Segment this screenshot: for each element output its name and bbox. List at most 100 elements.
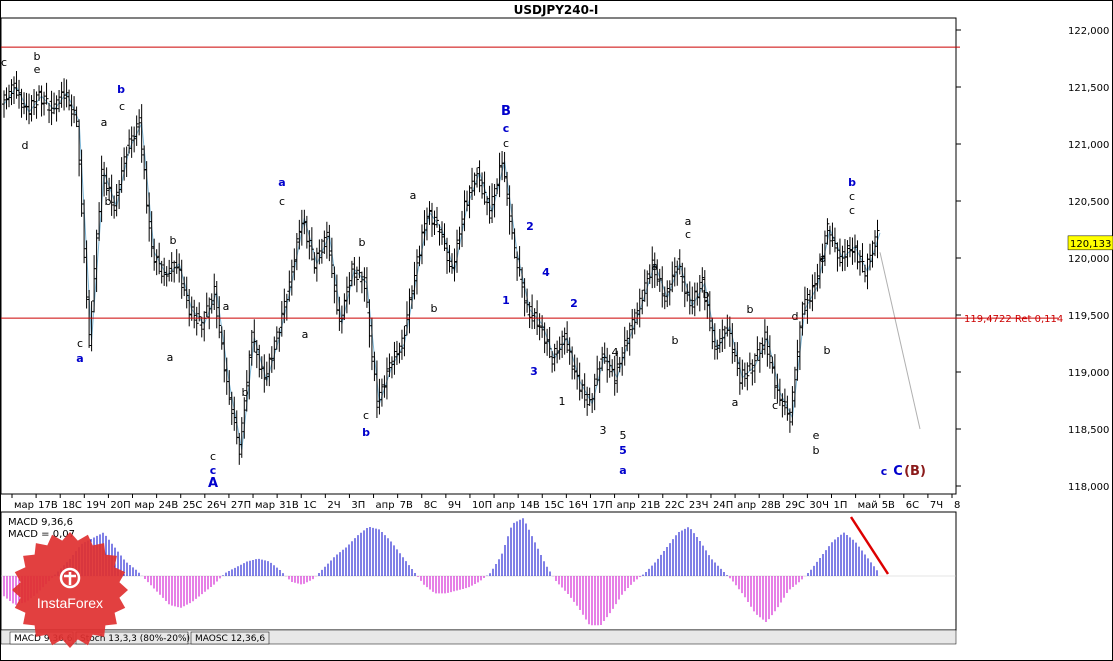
x-tick-label: мар (14, 500, 34, 511)
wave-label: d (22, 139, 29, 152)
x-tick-label: 25С (183, 500, 203, 511)
x-tick-label: 26Ч (207, 500, 227, 511)
wave-label: b (362, 426, 370, 439)
current-price-label: 120,133 (1070, 239, 1111, 250)
tab-stoch-label: Stoch 13,3,3 (80%-20%) (80, 634, 190, 644)
retracement-label: 119,4722 Ret 0,114 (964, 314, 1063, 325)
y-tick-label: 119,000 (1068, 368, 1109, 379)
y-tick-label: 119,500 (1068, 311, 1109, 322)
wave-label: 1 (559, 395, 566, 408)
wave-label: b (117, 83, 125, 96)
wave-label: c (685, 228, 691, 241)
y-tick-label: 122,000 (1068, 26, 1109, 37)
x-tick-label: май (858, 500, 878, 511)
wave-label: a (652, 260, 659, 273)
x-tick-label: мар (135, 500, 155, 511)
wave-label: a (619, 464, 626, 477)
x-tick-label: 3П (351, 500, 365, 511)
wave-label: a (685, 215, 692, 228)
y-tick-label: 120,000 (1068, 254, 1109, 265)
x-tick-label: 10П (472, 500, 492, 511)
wave-label: c (279, 195, 285, 208)
wave-label: e (813, 429, 820, 442)
wave-label: (B) (904, 464, 926, 479)
y-tick-label: 120,500 (1068, 197, 1109, 208)
wave-label: b (34, 50, 41, 63)
x-tick-label: 24П (713, 500, 733, 511)
wave-label: a (76, 352, 83, 365)
wave-label: c (77, 337, 83, 350)
x-tick-label: 28В (761, 500, 781, 511)
x-tick-label: апр (617, 500, 636, 511)
wave-label: c (849, 204, 855, 217)
x-tick-label: апр (737, 500, 756, 511)
wave-label: 5 (619, 444, 627, 457)
wave-label: b (747, 303, 754, 316)
x-tick-label: 17П (592, 500, 612, 511)
wave-label: A (208, 476, 218, 491)
wave-label: e (34, 63, 41, 76)
x-tick-label: 27П (231, 500, 251, 511)
x-tick-label: 21В (641, 500, 661, 511)
wave-label: b (703, 288, 710, 301)
wave-label: c (1, 56, 7, 69)
x-tick-label: 22С (665, 500, 685, 511)
x-tick-label: 2Ч (327, 500, 340, 511)
macd-label-1: MACD 9,36,6 (8, 517, 73, 528)
x-tick-label: апр (496, 500, 515, 511)
x-tick-label: 31В (279, 500, 299, 511)
logo-text: InstaForex (37, 595, 103, 611)
wave-label: b (170, 234, 177, 247)
x-tick-label: 7В (400, 500, 413, 511)
wave-label: b (242, 386, 249, 399)
wave-label: c (210, 450, 216, 463)
x-tick-label: 29С (785, 500, 805, 511)
wave-label: B (501, 104, 511, 119)
x-tick-label: 16Ч (568, 500, 588, 511)
price-panel (0, 17, 957, 495)
wave-label: c (119, 100, 125, 113)
y-tick-label: 121,500 (1068, 83, 1109, 94)
wave-label: c (363, 409, 369, 422)
wave-label: a (101, 116, 108, 129)
x-tick-label: 7Ч (930, 500, 943, 511)
wave-label: 3 (600, 424, 607, 437)
x-tick-label: 24В (159, 500, 179, 511)
wave-label: d (792, 310, 799, 323)
x-tick-label: мар (255, 500, 275, 511)
x-tick-label: 1П (833, 500, 847, 511)
y-tick-label: 118,000 (1068, 482, 1109, 493)
current-price-badge: 120,133 (1067, 235, 1113, 251)
wave-label: b (105, 195, 112, 208)
chart-stage: USDJPY240-I 122,000 121,500 121,000 120,500… (0, 0, 1113, 661)
wave-label: c (503, 137, 509, 150)
indicator-tabs: MACD 9,36,6 Stoch 13,3,3 (80%-20%) MAOSC… (0, 629, 957, 645)
x-tick-label: 17В (38, 500, 58, 511)
x-tick-label: 5В (882, 500, 895, 511)
wave-label: a (820, 252, 827, 265)
x-tick-label: 18С (62, 500, 82, 511)
tab-maosc-label: MAOSC 12,36,6 (195, 634, 265, 644)
wave-label: b (431, 302, 438, 315)
wave-label: 2 (526, 220, 534, 233)
wave-label: a (167, 351, 174, 364)
x-tick-label: 9Ч (448, 500, 461, 511)
wave-label: a (302, 328, 309, 341)
x-tick-label: 8С (424, 500, 437, 511)
wave-label: 5 (620, 429, 627, 442)
wave-label: b (848, 176, 856, 189)
tab-maosc[interactable]: MAOSC 12,36,6 (190, 631, 270, 645)
wave-label: 4 (542, 266, 550, 279)
x-tick-label: 30Ч (809, 500, 829, 511)
x-tick-label: 8 (954, 500, 960, 511)
y-tick-label: 121,000 (1068, 140, 1109, 151)
wave-label: C (893, 464, 903, 479)
wave-label: 2 (570, 297, 578, 310)
x-tick-label: 23Ч (689, 500, 709, 511)
x-tick-label: 6С (906, 500, 919, 511)
macd-panel (0, 511, 957, 631)
wave-label: c (503, 122, 510, 135)
x-tick-label: 19Ч (86, 500, 106, 511)
x-tick-label: 1С (303, 500, 316, 511)
wave-label: c (772, 399, 778, 412)
